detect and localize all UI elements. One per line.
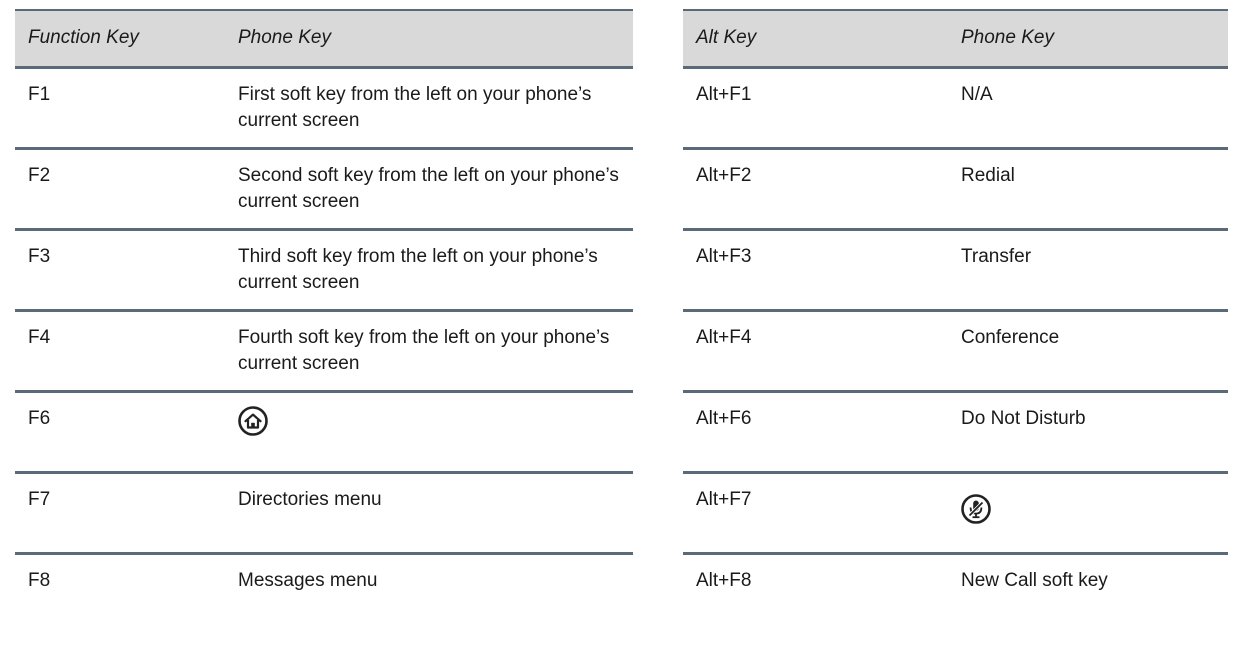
table-row: Alt+F6 Do Not Disturb [683,389,1228,472]
column-header-phone-key: Phone Key [948,9,1228,67]
table-row: F2 Second soft key from the left on your… [15,146,633,229]
table-header-row: Alt Key Phone Key [683,9,1228,67]
table-header-row: Function Key Phone Key [15,9,633,67]
phone-key-cell: Do Not Disturb [948,389,1228,472]
function-key-cell: F6 [15,389,225,472]
phone-key-cell: Redial [948,146,1228,229]
phone-key-cell [225,389,633,472]
function-key-table: Function Key Phone Key F1 First soft key… [15,9,633,634]
alt-key-cell: Alt+F2 [683,146,948,229]
column-header-phone-key: Phone Key [225,9,633,67]
function-key-cell: F4 [15,308,225,391]
phone-key-cell: Messages menu [225,551,633,634]
function-key-cell: F2 [15,146,225,229]
table-row: F4 Fourth soft key from the left on your… [15,308,633,391]
column-header-alt-key: Alt Key [683,9,948,67]
alt-key-cell: Alt+F7 [683,470,948,553]
mute-microphone-icon [961,493,991,524]
phone-key-cell: Transfer [948,227,1228,310]
phone-key-cell: N/A [948,65,1228,148]
phone-key-cell: First soft key from the left on your pho… [225,65,633,148]
table-row: Alt+F3 Transfer [683,227,1228,310]
alt-key-cell: Alt+F8 [683,551,948,634]
phone-key-cell: Directories menu [225,470,633,553]
function-key-cell: F1 [15,65,225,148]
function-key-cell: F7 [15,470,225,553]
table-row: Alt+F1 N/A [683,65,1228,148]
table-row: Alt+F8 New Call soft key [683,551,1228,634]
home-icon [238,405,268,436]
table-row: Alt+F7 [683,470,1228,553]
alt-key-table: Alt Key Phone Key Alt+F1 N/A Alt+F2 Redi… [683,9,1228,634]
phone-key-cell [948,470,1228,553]
function-key-cell: F8 [15,551,225,634]
table-row: F6 [15,389,633,472]
table-row: Alt+F2 Redial [683,146,1228,229]
alt-key-cell: Alt+F3 [683,227,948,310]
function-key-cell: F3 [15,227,225,310]
table-row: F1 First soft key from the left on your … [15,65,633,148]
table-row: F8 Messages menu [15,551,633,634]
column-header-function-key: Function Key [15,9,225,67]
alt-key-cell: Alt+F6 [683,389,948,472]
phone-key-cell: Fourth soft key from the left on your ph… [225,308,633,391]
table-row: F7 Directories menu [15,470,633,553]
phone-key-cell: New Call soft key [948,551,1228,634]
phone-key-cell: Third soft key from the left on your pho… [225,227,633,310]
phone-key-cell: Conference [948,308,1228,391]
table-row: Alt+F4 Conference [683,308,1228,391]
alt-key-cell: Alt+F4 [683,308,948,391]
alt-key-cell: Alt+F1 [683,65,948,148]
phone-key-cell: Second soft key from the left on your ph… [225,146,633,229]
table-row: F3 Third soft key from the left on your … [15,227,633,310]
